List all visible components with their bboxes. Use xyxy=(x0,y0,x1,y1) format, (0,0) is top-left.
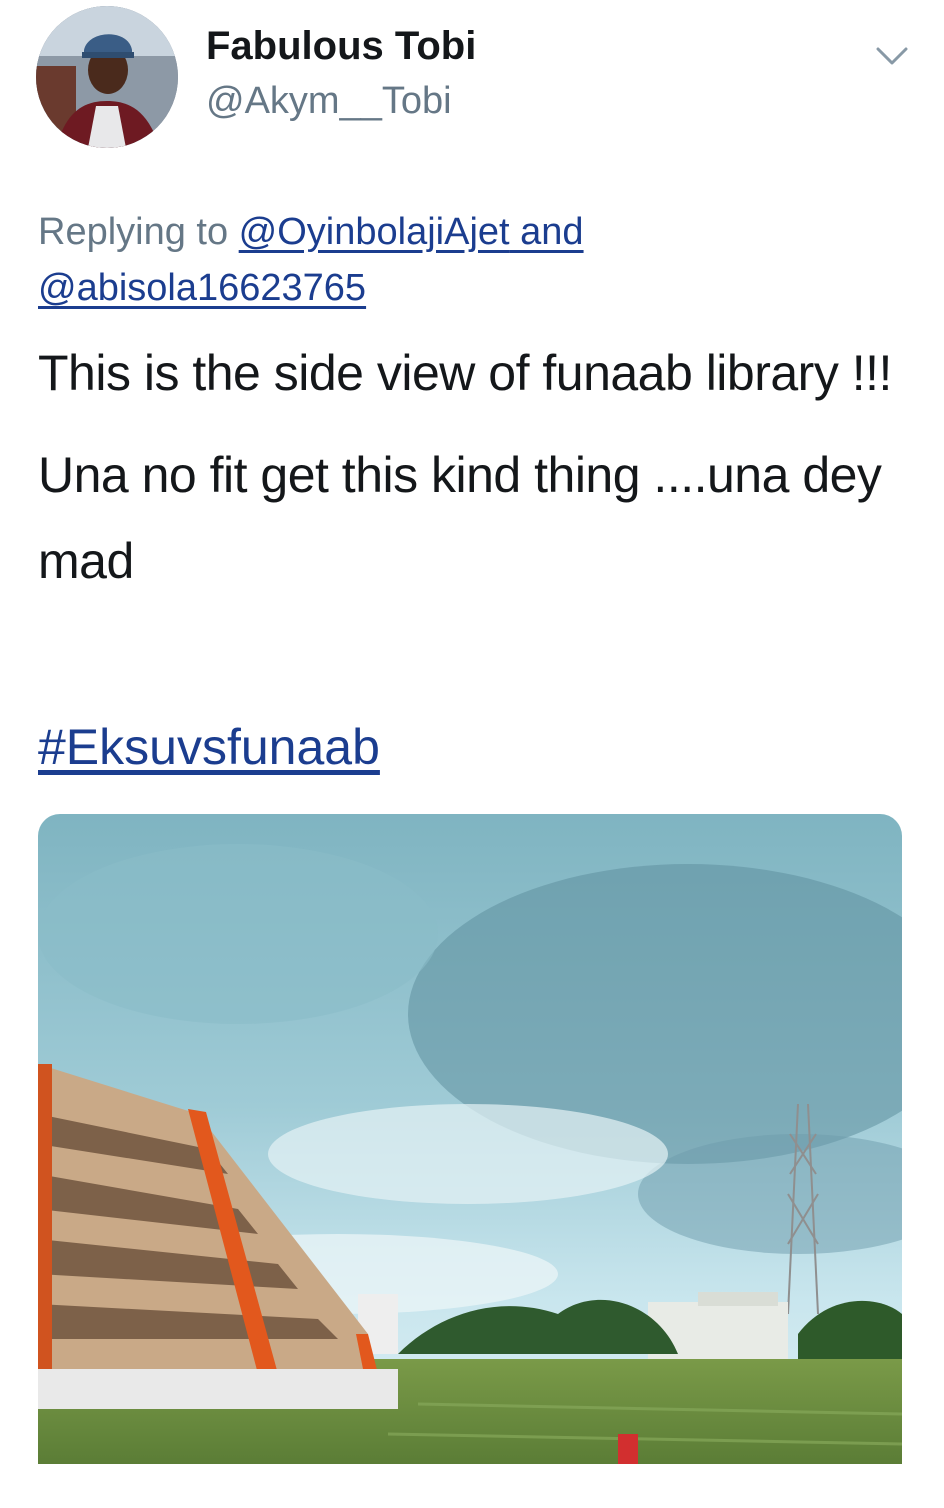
author-display-name[interactable]: Fabulous Tobi xyxy=(206,24,476,69)
reply-mention-link[interactable]: @OyinbolajiAjet and xyxy=(239,211,584,253)
reply-mention-link-2[interactable]: @abisola16623765 xyxy=(38,267,366,309)
tweet-text-paragraph-1: This is the side view of funaab library … xyxy=(38,345,892,401)
chevron-down-icon[interactable] xyxy=(872,40,912,70)
tweet-body: This is the side view of funaab library … xyxy=(38,330,908,604)
author-handle[interactable]: @Akym__Tobi xyxy=(206,80,452,123)
replying-to-prefix: Replying to xyxy=(38,211,239,253)
hashtag-link[interactable]: #Eksuvsfunaab xyxy=(38,718,380,776)
profile-photo xyxy=(36,6,178,148)
tweet-text-paragraph-2: Una no fit get this kind thing ....una d… xyxy=(38,447,882,589)
library-photo xyxy=(38,814,902,1464)
replying-to: Replying to @OyinbolajiAjet and @abisola1… xyxy=(38,204,918,316)
tweet-media-photo[interactable] xyxy=(38,814,902,1464)
avatar[interactable] xyxy=(36,6,178,148)
